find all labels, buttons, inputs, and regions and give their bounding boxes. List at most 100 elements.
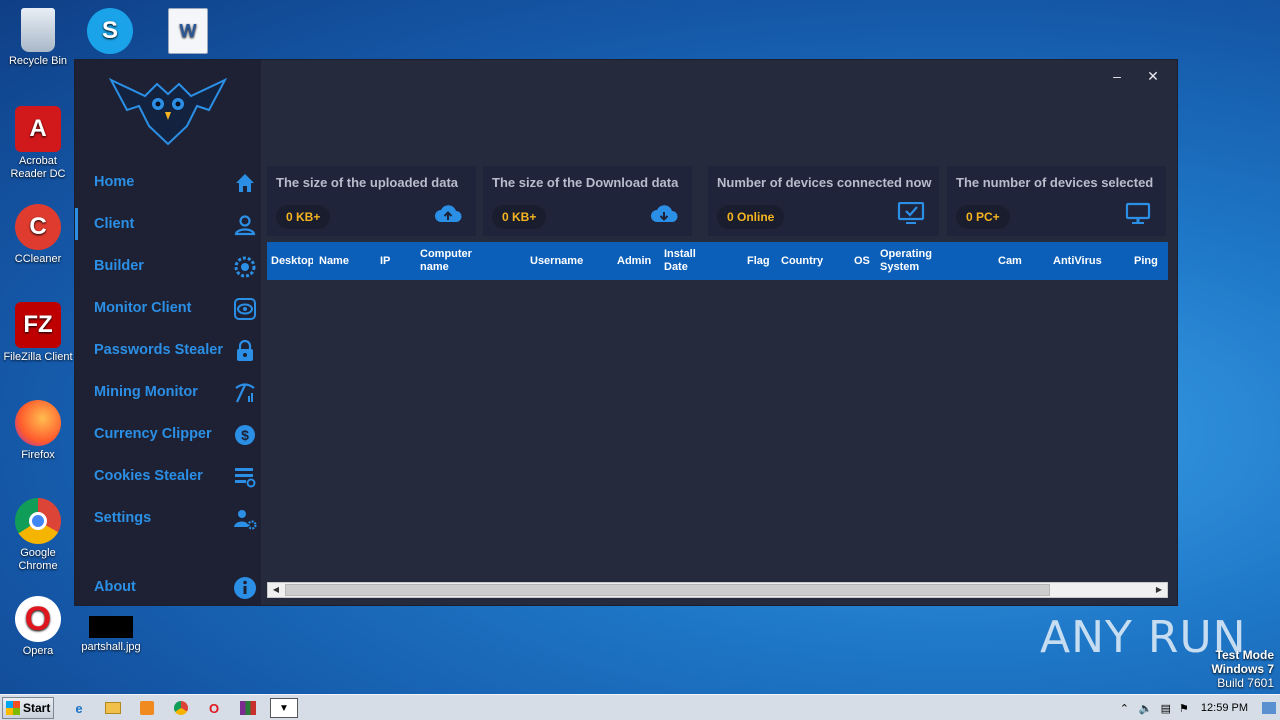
card-value: 0 PC+ [956,205,1010,229]
chrome-icon [15,498,61,544]
column-header-admin[interactable]: Admin [617,242,662,280]
list-icon [235,468,256,488]
column-header-desktop[interactable]: Desktop [271,242,313,280]
card-title: The number of devices selected [956,175,1154,190]
ie-taskbar-icon[interactable]: e [68,698,90,718]
firefox-icon [15,400,61,446]
opera-taskbar-icon[interactable]: O [203,698,225,718]
stat-card-downloaded: The size of the Download data 0 KB+ [483,166,692,236]
system-tray: ⌃ 🔈 ▤ ⚑ 12:59 PM [1120,695,1280,720]
card-title: The size of the Download data [492,175,679,190]
user-settings-icon [234,510,257,530]
nav-monitor-client[interactable]: Monitor Client [75,288,261,328]
nav-home[interactable]: Home [75,162,261,202]
winrar-taskbar-icon[interactable] [237,698,259,718]
volume-icon[interactable]: 🔈 [1139,702,1153,715]
desktop-icon-acrobat[interactable]: A Acrobat Reader DC [0,106,76,181]
minimize-button[interactable]: – [1105,68,1129,88]
card-value: 0 KB+ [276,205,331,229]
desktop-icon-opera[interactable]: O Opera [0,596,76,658]
desktop-icon-recycle-bin[interactable]: Recycle Bin [0,8,76,68]
app-taskbar-icon[interactable]: ▼ [270,698,298,718]
card-value: 0 Online [717,205,785,229]
column-header-cam[interactable]: Cam [998,242,1038,280]
clock[interactable]: 12:59 PM [1201,702,1248,714]
column-header-antivirus[interactable]: AntiVirus [1053,242,1115,280]
desktop-icon-ccleaner[interactable]: C CCleaner [0,204,76,266]
lock-icon [237,339,253,361]
user-icon [234,215,256,236]
acrobat-icon: A [15,106,61,152]
eye-icon [234,298,256,320]
horizontal-scrollbar[interactable]: ◀ ▶ [267,582,1168,598]
desktop-icon-filezilla[interactable]: FZ FileZilla Client [0,302,76,364]
explorer-taskbar-icon[interactable] [102,698,124,718]
nav-mining-monitor[interactable]: Mining Monitor [75,372,261,412]
monitor-icon [1125,202,1151,224]
card-title: The size of the uploaded data [276,175,459,190]
svg-text:$: $ [241,427,249,443]
column-header-ip[interactable]: IP [380,242,410,280]
desktop-icon-chrome[interactable]: Google Chrome [0,498,76,573]
table-header: Desktop Name IP Computer name Username A… [267,242,1168,280]
stat-card-uploaded: The size of the uploaded data 0 KB+ [267,166,476,236]
image-file-icon [89,616,133,638]
taskbar: Start e O ▼ ⌃ 🔈 ▤ ⚑ 12:59 PM [0,694,1280,720]
column-header-os[interactable]: OS [854,242,879,280]
start-button[interactable]: Start [2,697,54,719]
nav-client[interactable]: Client [75,204,261,244]
filezilla-icon: FZ [15,302,61,348]
column-header-country[interactable]: Country [781,242,836,280]
cloud-download-icon [651,205,678,222]
scrollbar-thumb[interactable] [285,584,1050,596]
close-button[interactable]: ✕ [1141,68,1165,88]
stat-card-connected: Number of devices connected now 0 Online [708,166,939,236]
column-header-ping[interactable]: Ping [1134,242,1166,280]
desktop-icon-firefox[interactable]: Firefox [0,400,76,462]
windows-logo-icon [6,701,20,715]
skype-icon: S [87,8,133,54]
column-header-flag[interactable]: Flag [747,242,777,280]
scroll-left-arrow-icon[interactable]: ◀ [268,583,284,597]
test-mode-label: Test Mode Windows 7 Build 7601 [1211,648,1274,690]
card-value: 0 KB+ [492,205,547,229]
media-player-taskbar-icon[interactable] [136,698,158,718]
info-icon [234,577,256,599]
desktop-icon-word-document[interactable]: W [150,8,226,57]
stat-card-selected: The number of devices selected 0 PC+ [947,166,1166,236]
pickaxe-icon [235,383,255,403]
nav-builder[interactable]: Builder [75,246,261,286]
column-header-install-date[interactable]: Install Date [664,242,706,280]
sidebar: Home Client Builder Monitor Client Passw… [75,60,261,605]
home-icon [236,174,254,192]
cloud-upload-icon [435,205,462,222]
show-desktop-icon[interactable] [1262,702,1276,714]
chrome-taskbar-icon[interactable] [170,698,192,718]
monitor-check-icon [897,202,925,224]
clients-table[interactable]: Desktop Name IP Computer name Username A… [267,242,1168,598]
nav-cookies-stealer[interactable]: Cookies Stealer [75,456,261,496]
nav-about[interactable]: About [75,567,261,607]
column-header-computer-name[interactable]: Computer name [420,242,490,280]
desktop-icon-partshall[interactable]: partshall.jpg [73,616,149,654]
ccleaner-icon: C [15,204,61,250]
column-header-operating-system[interactable]: Operating System [880,242,950,280]
gear-icon [234,256,256,278]
show-hidden-icons-icon[interactable]: ⌃ [1120,702,1129,715]
action-center-flag-icon[interactable]: ⚑ [1179,702,1189,715]
main-panel: – ✕ The size of the uploaded data 0 KB+ … [261,60,1177,605]
network-icon[interactable]: ▤ [1161,702,1171,715]
column-header-name[interactable]: Name [319,242,369,280]
column-header-username[interactable]: Username [530,242,600,280]
desktop-icon-skype[interactable]: S [72,8,148,57]
nav-settings[interactable]: Settings [75,498,261,538]
recycle-bin-icon [21,8,55,52]
app-window: Home Client Builder Monitor Client Passw… [74,59,1178,606]
owl-logo-icon [108,77,228,146]
opera-icon: O [15,596,61,642]
scroll-right-arrow-icon[interactable]: ▶ [1151,583,1167,597]
nav-currency-clipper[interactable]: Currency Clipper $ [75,414,261,454]
word-document-icon: W [168,8,208,54]
nav-passwords-stealer[interactable]: Passwords Stealer [75,330,261,370]
dollar-icon: $ [235,425,255,445]
